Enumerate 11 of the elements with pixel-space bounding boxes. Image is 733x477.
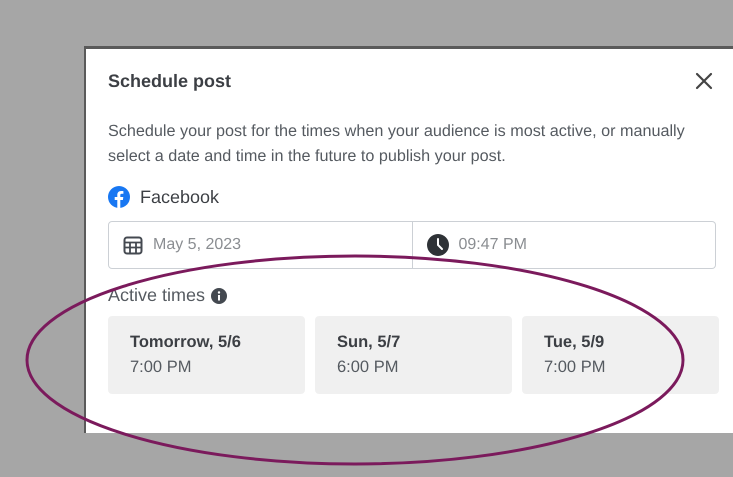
platform-name: Facebook — [140, 186, 220, 208]
active-time-option[interactable]: Sun, 5/7 6:00 PM — [315, 316, 512, 394]
facebook-logo-icon — [108, 186, 130, 208]
active-times-label: Active times — [108, 285, 206, 306]
active-time-option[interactable]: Tue, 5/9 7:00 PM — [522, 316, 719, 394]
description: Schedule your post for the times when your audience is most active, or manually select a date and time in the future to publish your post. — [108, 121, 686, 167]
clock-icon — [426, 234, 448, 256]
info-icon[interactable] — [211, 288, 228, 304]
active-time-option[interactable]: Tomorrow, 5/6 7:00 PM — [108, 316, 305, 394]
dialog-title: Schedule post — [108, 70, 232, 92]
calendar-icon — [123, 235, 143, 255]
